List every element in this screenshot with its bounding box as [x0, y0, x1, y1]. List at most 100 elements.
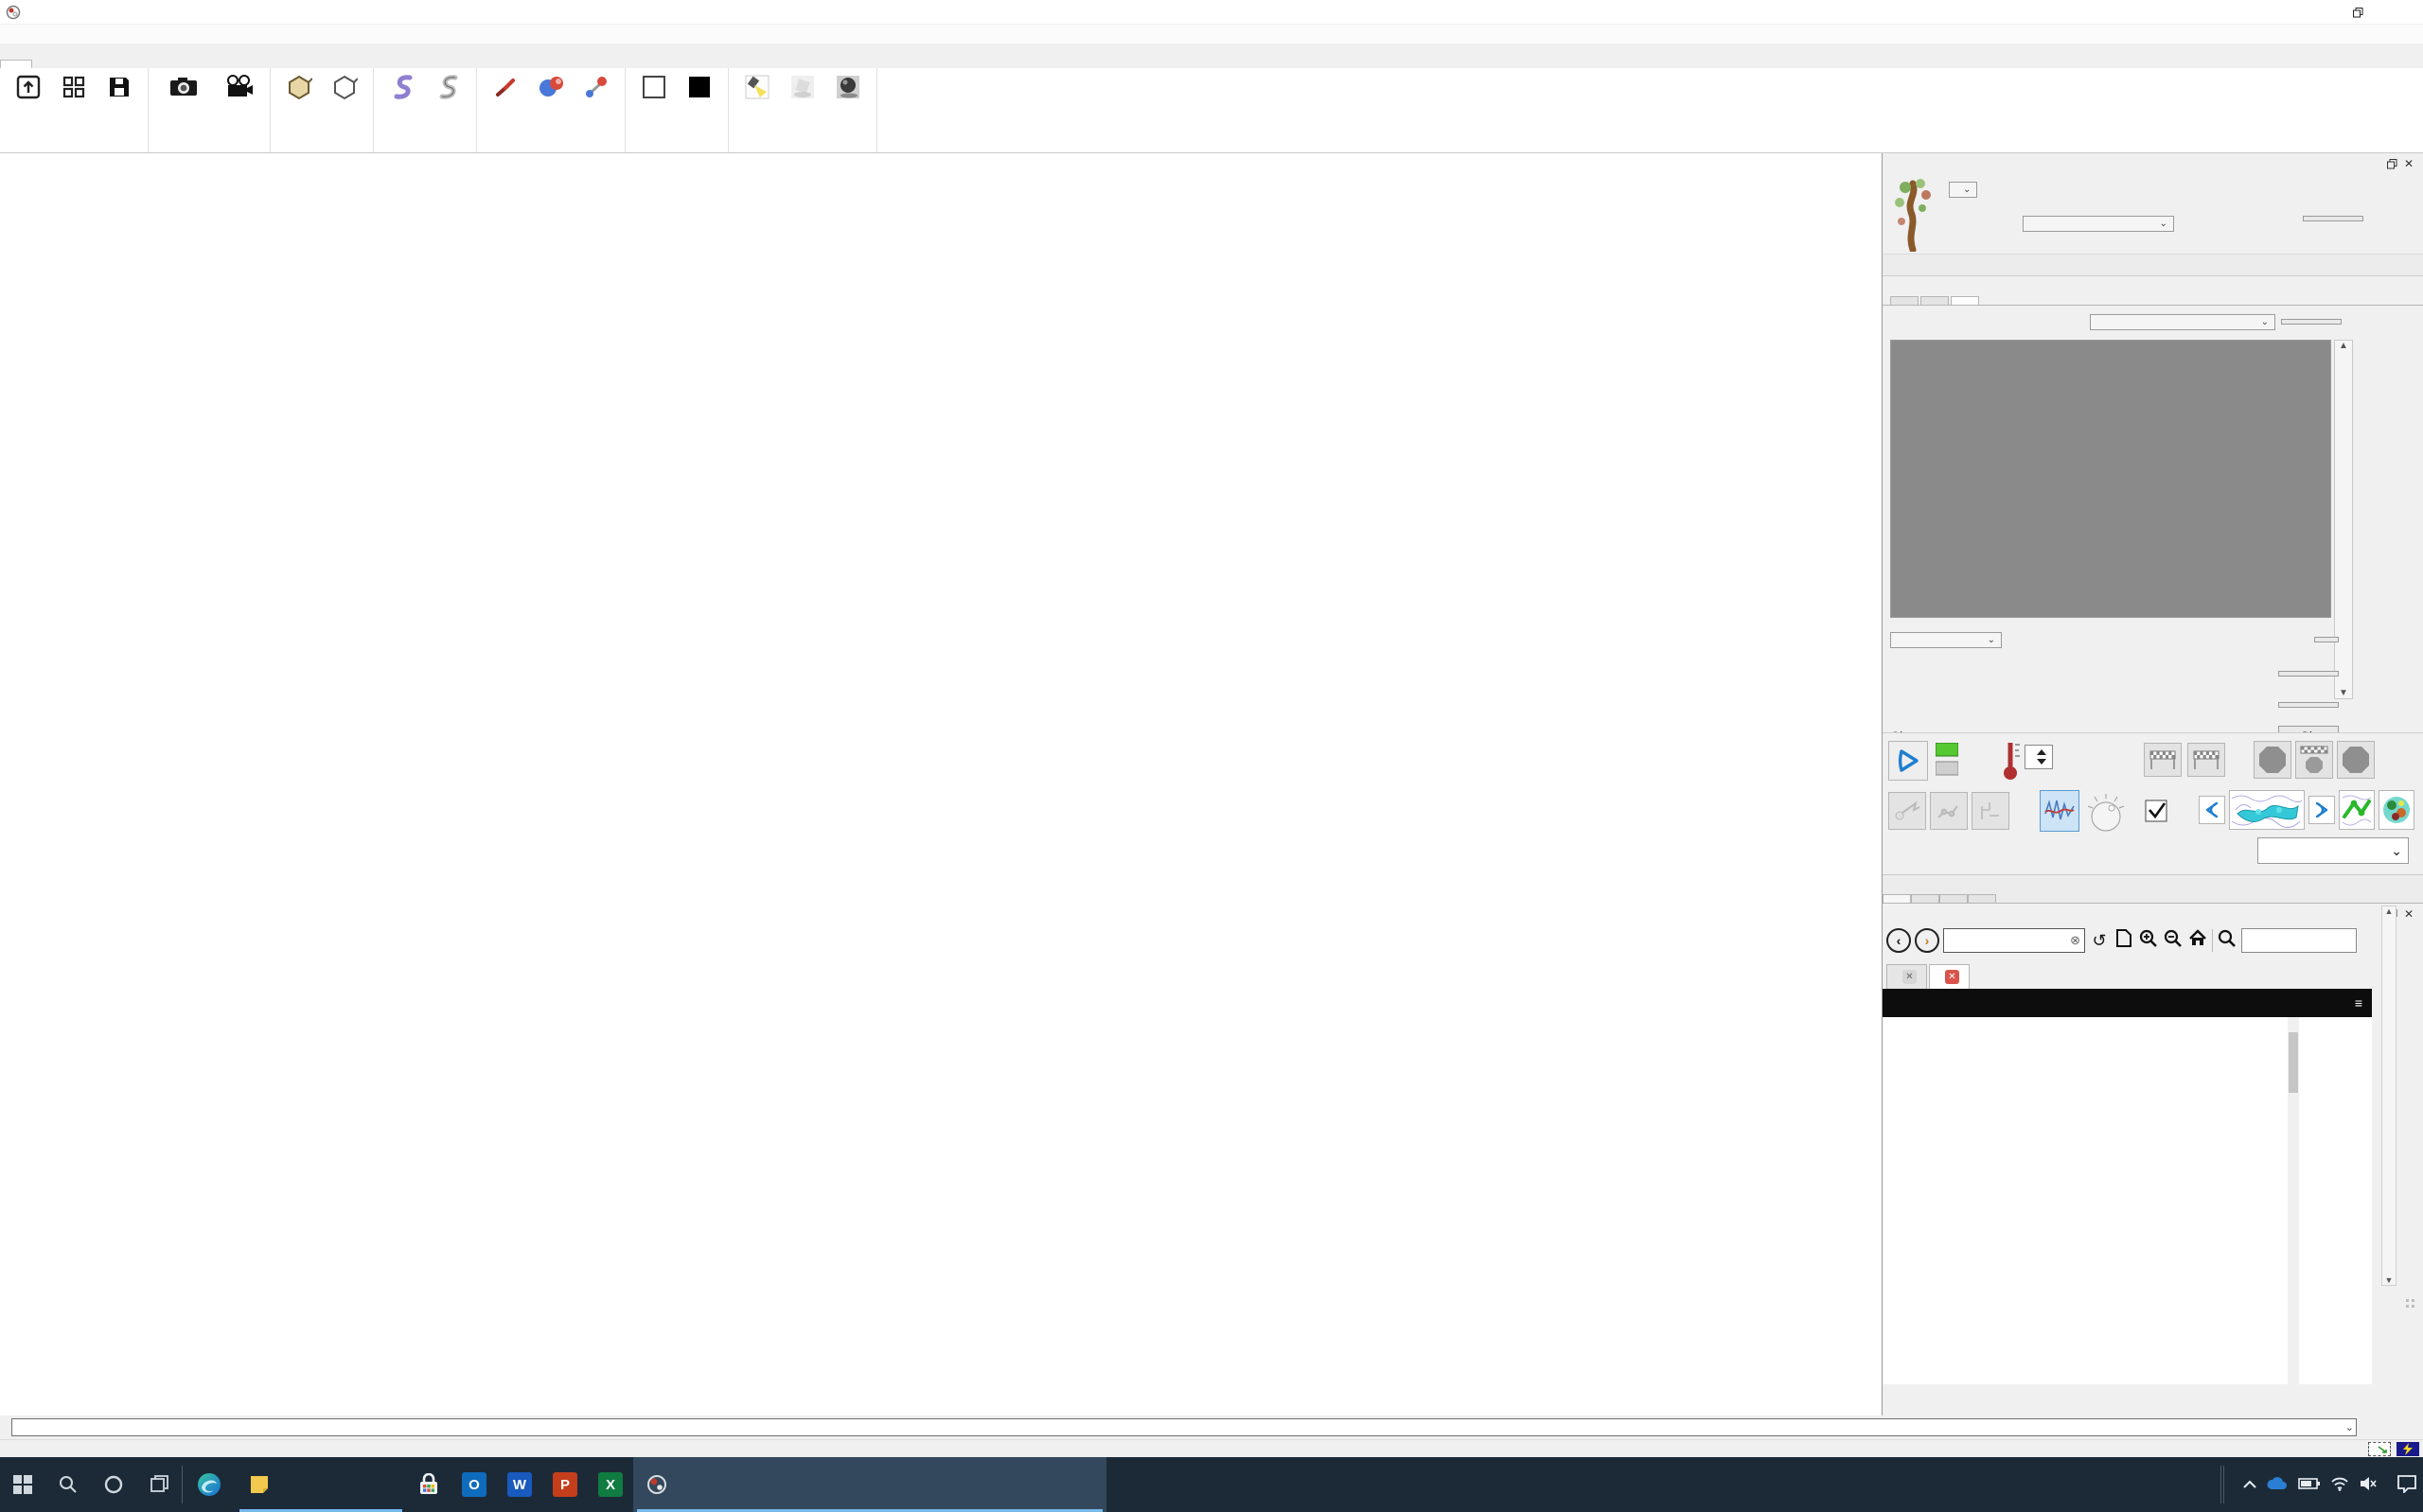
onedrive-icon[interactable] — [2266, 1476, 2289, 1494]
tug-selection-button[interactable] — [1972, 792, 2009, 830]
working-on-dropdown[interactable]: ⌄ — [2023, 216, 2174, 232]
tutorials-dropdown[interactable]: ⌄ — [1949, 182, 1977, 198]
powerpoint-taskbar-icon[interactable]: P — [542, 1457, 588, 1512]
background-black-button[interactable] — [678, 72, 721, 102]
spotlight-radius-knob[interactable] — [2085, 792, 2127, 836]
rama-hide-button[interactable] — [2281, 319, 2342, 325]
lighting-simple-button[interactable] — [735, 72, 779, 102]
atoms-show-button[interactable] — [277, 72, 321, 102]
isolate-map-button[interactable] — [2379, 790, 2414, 830]
menu-presets[interactable] — [114, 25, 133, 44]
stop-keep-button[interactable] — [2254, 741, 2291, 779]
tab-map[interactable] — [129, 60, 161, 68]
command-input[interactable]: ⌄ — [11, 1418, 2357, 1436]
home-icon[interactable] — [2187, 929, 2208, 952]
menu-help[interactable] — [151, 25, 170, 44]
checkpoint-save-button[interactable] — [2144, 743, 2182, 777]
spinner-arrows-icon[interactable] — [2035, 747, 2048, 767]
background-white-button[interactable] — [632, 72, 676, 102]
scroll-down-icon[interactable]: ▼ — [2385, 1275, 2394, 1285]
tab-graphics[interactable] — [97, 60, 129, 68]
tab-markers[interactable] — [193, 60, 225, 68]
map-settings-button[interactable] — [2040, 790, 2079, 832]
back-button[interactable]: ‹ — [1886, 928, 1911, 953]
lighting-full-button[interactable] — [826, 72, 870, 102]
documentation-titlebar[interactable]: ✕ — [1883, 904, 2423, 924]
store-taskbar-icon[interactable] — [406, 1457, 451, 1512]
checkpoint-revert-button[interactable] — [2187, 743, 2225, 777]
menu-favorites[interactable] — [95, 25, 114, 44]
tool-tab-models[interactable] — [1939, 894, 1968, 903]
close-panel-icon[interactable]: ✕ — [2400, 156, 2417, 171]
tool-tab-log[interactable] — [1968, 894, 1996, 903]
menu-file[interactable] — [0, 25, 19, 44]
search-icon[interactable] — [2217, 929, 2237, 953]
temperature-spinbox[interactable] — [2025, 745, 2053, 769]
resize-grip[interactable] — [2406, 1299, 2417, 1310]
menu-actions[interactable] — [57, 25, 76, 44]
tab-ucsf-tutorials[interactable]: ✕ — [1886, 964, 1927, 989]
float-panel-icon[interactable] — [2383, 156, 2400, 171]
atoms-hide-button[interactable] — [323, 72, 366, 102]
battery-icon[interactable] — [2298, 1477, 2321, 1493]
tab-home[interactable] — [0, 60, 32, 68]
ramachandran-plot[interactable] — [1890, 340, 2331, 618]
tug-atom-button[interactable] — [1888, 792, 1926, 830]
new-page-icon[interactable] — [2113, 929, 2134, 952]
rotamers-show-button[interactable] — [2278, 702, 2339, 708]
tool-tab-volume-viewer[interactable] — [1911, 894, 1939, 903]
doc-panel-scrollbar[interactable]: ▲ ▼ — [2381, 905, 2396, 1286]
tab-sim-settings[interactable] — [1890, 296, 1919, 305]
taskbar-isolde-window[interactable] — [236, 1457, 406, 1512]
forward-button[interactable]: › — [1915, 928, 1939, 953]
excel-taskbar-icon[interactable]: X — [588, 1457, 633, 1512]
molecule-viewport[interactable] — [0, 153, 1882, 1415]
focus-checkbox[interactable] — [2144, 798, 2168, 824]
restrict-selection-button[interactable] — [2314, 637, 2339, 642]
volume-muted-icon[interactable] — [2359, 1476, 2378, 1494]
restore-button[interactable] — [2336, 0, 2379, 25]
tab-medical-image[interactable] — [161, 60, 193, 68]
cartoons-hide-button[interactable] — [426, 72, 469, 102]
menu-tools[interactable] — [76, 25, 95, 44]
tab-molecule-display[interactable] — [32, 60, 64, 68]
tab-validate[interactable] — [1951, 296, 1979, 305]
save-button[interactable] — [97, 72, 141, 102]
help-button[interactable] — [2303, 216, 2363, 221]
page-scrollbar[interactable] — [2288, 1017, 2299, 1384]
snapshot-button[interactable] — [155, 72, 212, 102]
action-center-icon[interactable] — [2396, 1474, 2417, 1496]
edge-taskbar-icon[interactable] — [183, 1457, 236, 1512]
close-button[interactable] — [2379, 0, 2423, 25]
word-taskbar-icon[interactable]: W — [497, 1457, 542, 1512]
tool-tab-isolde[interactable] — [1883, 894, 1911, 903]
fast-mode-button[interactable] — [2396, 1442, 2419, 1456]
tab-documentation[interactable]: ✕ — [1929, 964, 1970, 989]
tray-expand-icon[interactable] — [2243, 1478, 2256, 1492]
reload-icon[interactable]: ↺ — [2089, 931, 2110, 951]
taskbar-search-button[interactable] — [45, 1457, 91, 1512]
stop-checkpoint-button[interactable] — [2295, 741, 2333, 779]
outlook-taskbar-icon[interactable]: O — [451, 1457, 497, 1512]
close-tab-icon[interactable]: ✕ — [1945, 970, 1959, 984]
wifi-icon[interactable] — [2330, 1476, 2349, 1494]
start-sim-button[interactable] — [1888, 741, 1928, 781]
mask-to-selection-button[interactable] — [2229, 790, 2305, 830]
cortana-button[interactable] — [91, 1457, 136, 1512]
recent-button[interactable] — [52, 72, 96, 102]
scroll-up-icon[interactable]: ▲ — [2339, 341, 2348, 351]
ball-stick-button[interactable] — [575, 72, 618, 102]
menu-isolde[interactable] — [133, 25, 151, 44]
show-all-map-button[interactable] — [2339, 790, 2375, 830]
close-panel-icon[interactable]: ✕ — [2400, 906, 2417, 922]
close-tab-icon[interactable]: ✕ — [1902, 970, 1917, 984]
tab-nucleotides[interactable] — [64, 60, 97, 68]
lighting-soft-button[interactable] — [781, 72, 824, 102]
minimize-button[interactable] — [2292, 0, 2336, 25]
stop-discard-button[interactable] — [2337, 741, 2375, 779]
menu-edit[interactable] — [19, 25, 38, 44]
scroll-up-icon[interactable]: ▲ — [2385, 906, 2394, 916]
experience-level-dropdown[interactable]: ⌄ — [2257, 837, 2409, 864]
tab-rebuild[interactable] — [1920, 296, 1949, 305]
step-back-button[interactable] — [2199, 796, 2225, 824]
